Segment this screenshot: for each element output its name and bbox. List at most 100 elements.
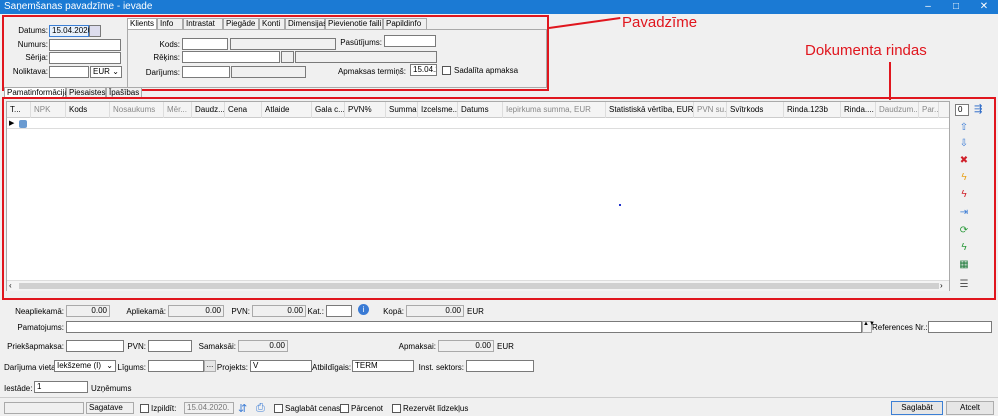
column-header[interactable]: Nosaukums bbox=[110, 102, 164, 118]
reserve-label: Rezervēt līdzekļus bbox=[403, 404, 469, 413]
column-header[interactable]: T... bbox=[7, 102, 31, 118]
subtab-2[interactable]: Īpašības bbox=[106, 87, 142, 97]
topay-currency: EUR bbox=[497, 342, 514, 351]
column-settings-icon[interactable]: ⇶ bbox=[974, 104, 982, 115]
column-header[interactable]: NPK bbox=[31, 102, 66, 118]
place-value: Iekšzeme (I) bbox=[57, 361, 102, 370]
header-annotation: Pavadzīme bbox=[622, 14, 698, 31]
lightning-red-icon[interactable]: ϟ bbox=[957, 189, 971, 201]
column-header[interactable]: Summa bbox=[386, 102, 418, 118]
column-header[interactable]: PVN% bbox=[345, 102, 386, 118]
column-header[interactable]: Rinda.... bbox=[841, 102, 876, 118]
scroll-right-icon[interactable]: › bbox=[940, 281, 943, 290]
subtab-0[interactable]: Pamatinformācija bbox=[4, 87, 69, 97]
column-header[interactable]: Rinda.123b bbox=[784, 102, 841, 118]
responsible-input[interactable]: TERM bbox=[352, 360, 414, 372]
column-header[interactable]: Daudzum... bbox=[876, 102, 919, 118]
grid-header: T... NPK Kods Nosaukums Mēr... Daudz... Cena At… bbox=[7, 102, 949, 118]
column-header[interactable]: Izcelsme... bbox=[418, 102, 458, 118]
institution-label: Iestāde: bbox=[4, 384, 33, 393]
subtab-1[interactable]: Piesaistes bbox=[66, 87, 106, 97]
contract-browse-button[interactable]: ... bbox=[204, 360, 216, 372]
basis-input[interactable] bbox=[66, 321, 862, 333]
liable-label: Apliekamā: bbox=[126, 307, 166, 316]
column-header[interactable]: Par... bbox=[919, 102, 939, 118]
status-field bbox=[4, 402, 84, 414]
total-label: Kopā: bbox=[383, 307, 404, 316]
import-icon[interactable]: ⇥ bbox=[957, 207, 971, 219]
column-header[interactable]: Mēr... bbox=[164, 102, 192, 118]
list-icon[interactable]: ☰ bbox=[957, 279, 971, 291]
issued-checkbox[interactable] bbox=[140, 404, 149, 413]
recount-checkbox[interactable] bbox=[340, 404, 349, 413]
basis-spinner-icon[interactable]: ▲▼ bbox=[862, 321, 875, 333]
table-row[interactable]: ▶ bbox=[7, 119, 949, 129]
save-button[interactable]: Saglabāt bbox=[891, 401, 943, 415]
lightning-green-icon[interactable]: ϟ bbox=[957, 242, 971, 254]
nonliable-value: 0.00 bbox=[66, 305, 110, 317]
lines-grid[interactable]: T... NPK Kods Nosaukums Mēr... Daudz... Cena At… bbox=[6, 101, 950, 291]
paid-label: Samaksāi: bbox=[198, 342, 236, 351]
save-prices-checkbox[interactable] bbox=[274, 404, 283, 413]
column-header[interactable]: Statistiskā vērtība, EUR bbox=[606, 102, 694, 118]
recount-label: Pārcenot bbox=[351, 404, 384, 413]
institution-input[interactable]: 1 bbox=[34, 381, 88, 393]
row-counter: 0 bbox=[955, 104, 969, 116]
nonliable-label: Neapliekamā: bbox=[15, 307, 64, 316]
responsible-label: Atbildīgais: bbox=[312, 363, 352, 372]
lightning-icon[interactable]: ϟ bbox=[957, 172, 971, 184]
contract-input[interactable] bbox=[148, 360, 204, 372]
vat-value: 0.00 bbox=[252, 305, 306, 317]
dot-marker bbox=[619, 204, 621, 206]
prepay-vat-label: PVN: bbox=[127, 342, 146, 351]
header-highlight-box bbox=[2, 15, 549, 91]
status-bar bbox=[0, 397, 998, 416]
kat-input[interactable] bbox=[326, 305, 352, 317]
topay-label: Apmaksai: bbox=[398, 342, 436, 351]
place-select[interactable]: Iekšzeme (I) ⌄ bbox=[54, 360, 116, 372]
column-header[interactable]: Daudz... bbox=[192, 102, 225, 118]
project-input[interactable]: V bbox=[250, 360, 312, 372]
search-refresh-icon[interactable]: ⟳ bbox=[957, 225, 971, 237]
column-header[interactable]: Iepirkuma summa, EUR bbox=[503, 102, 606, 118]
project-label: Projekts: bbox=[216, 363, 248, 372]
rows-annotation: Dokumenta rindas bbox=[805, 42, 927, 59]
arrow-down-icon[interactable]: ⇩ bbox=[957, 138, 971, 150]
reference-input[interactable] bbox=[928, 321, 992, 333]
chevron-down-icon: ⌄ bbox=[106, 361, 113, 370]
scroll-left-icon[interactable]: ‹ bbox=[9, 281, 12, 290]
minimize-button[interactable]: – bbox=[914, 0, 942, 14]
topay-value: 0.00 bbox=[438, 340, 494, 352]
excel-icon[interactable]: ▦ bbox=[957, 259, 971, 271]
column-header[interactable]: Cena bbox=[225, 102, 262, 118]
maximize-button[interactable]: □ bbox=[942, 0, 970, 14]
column-header[interactable]: Gala c... bbox=[312, 102, 345, 118]
title-bar: Saņemšanas pavadzīme - ievade – □ ✕ bbox=[0, 0, 998, 14]
total-currency: EUR bbox=[467, 307, 484, 316]
arrow-up-icon[interactable]: ⇧ bbox=[957, 122, 971, 134]
reserve-checkbox[interactable] bbox=[392, 404, 401, 413]
row-pointer-icon: ▶ bbox=[9, 120, 15, 127]
column-header[interactable]: Svītrkods bbox=[727, 102, 784, 118]
split-icon[interactable]: ⇵ bbox=[238, 402, 252, 415]
reference-label: References Nr.: bbox=[872, 323, 928, 332]
delete-icon[interactable]: ✖ bbox=[957, 155, 971, 167]
prepay-input[interactable] bbox=[66, 340, 124, 352]
column-header[interactable]: Kods bbox=[66, 102, 110, 118]
close-button[interactable]: ✕ bbox=[970, 0, 998, 14]
inst-sector-input[interactable] bbox=[466, 360, 534, 372]
item-type-icon bbox=[19, 120, 27, 128]
horizontal-scrollbar[interactable]: ‹ › bbox=[7, 280, 949, 291]
prepay-vat-input[interactable] bbox=[148, 340, 192, 352]
vat-label: PVN: bbox=[231, 307, 250, 316]
scroll-thumb[interactable] bbox=[19, 283, 939, 289]
info-icon[interactable]: i bbox=[358, 304, 369, 315]
print-icon[interactable]: ⎙ bbox=[256, 402, 270, 415]
column-header[interactable]: Datums bbox=[458, 102, 503, 118]
liable-value: 0.00 bbox=[168, 305, 224, 317]
cancel-button[interactable]: Atcelt bbox=[946, 401, 994, 415]
rows-annotation-line bbox=[889, 62, 891, 100]
column-header[interactable]: PVN su... bbox=[694, 102, 727, 118]
kat-label: Kat.: bbox=[307, 307, 324, 316]
column-header[interactable]: Atlaide bbox=[262, 102, 312, 118]
